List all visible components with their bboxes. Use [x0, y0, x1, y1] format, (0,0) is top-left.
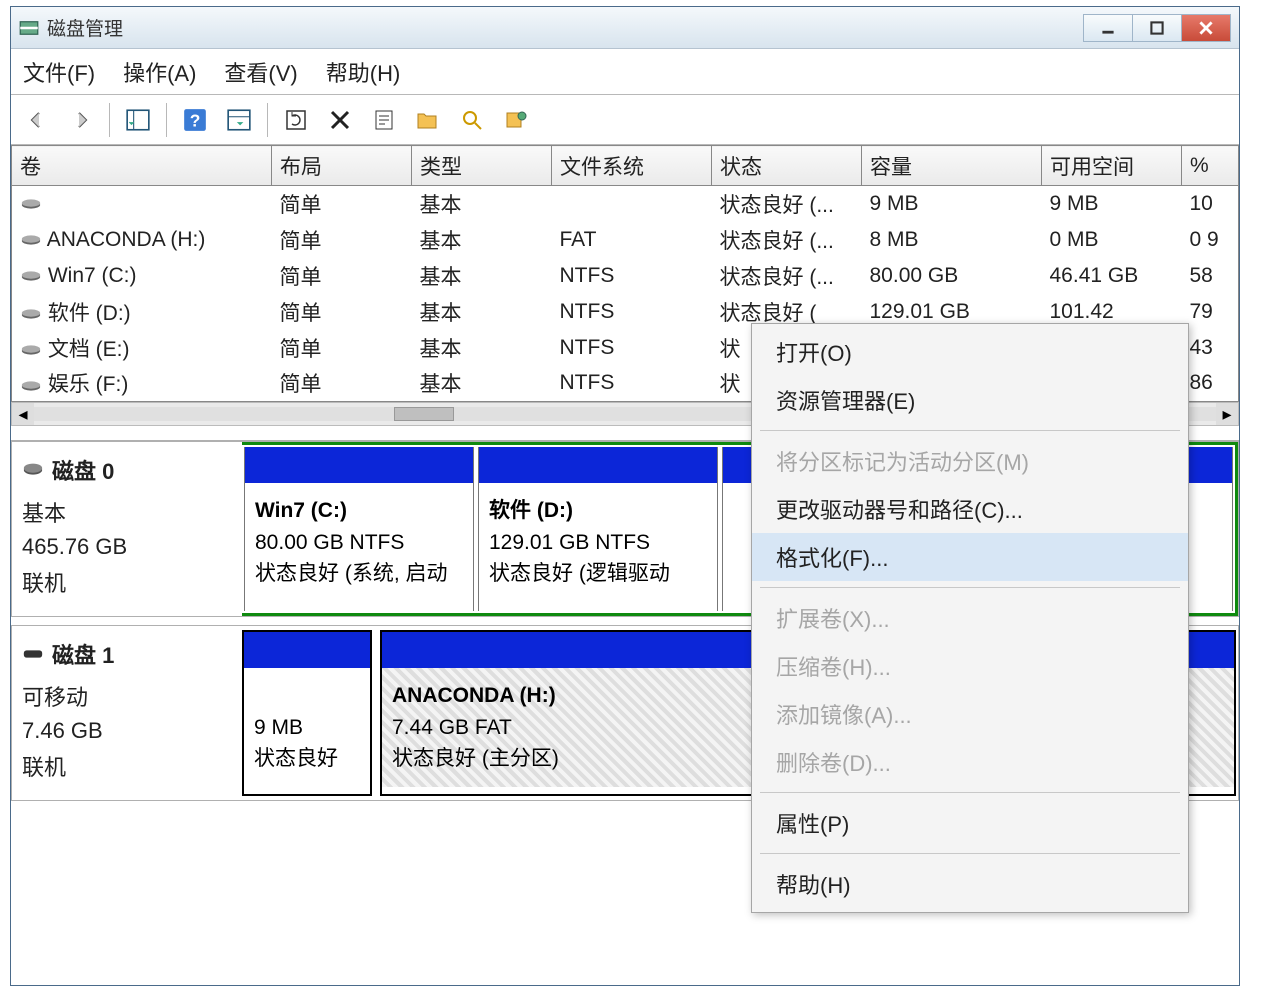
- back-button[interactable]: [19, 103, 55, 137]
- ctx-mirror: 添加镜像(A)...: [752, 690, 1188, 738]
- table-row[interactable]: Win7 (C:) 简单 基本 NTFS 状态良好 (... 80.00 GB …: [12, 258, 1239, 294]
- disk-1-type: 可移动: [22, 680, 232, 712]
- app-icon: [19, 18, 39, 38]
- col-layout[interactable]: 布局: [272, 146, 412, 186]
- folder-open-icon[interactable]: [410, 103, 446, 137]
- ctx-properties[interactable]: 属性(P): [752, 799, 1188, 847]
- view-mode-button[interactable]: [120, 103, 156, 137]
- scroll-left-arrow[interactable]: ◂: [12, 403, 34, 425]
- toolbar: ?: [11, 95, 1239, 145]
- menu-file[interactable]: 文件(F): [23, 56, 95, 88]
- minimize-button[interactable]: [1083, 14, 1133, 42]
- ctx-delete-vol: 删除卷(D)...: [752, 738, 1188, 786]
- help-icon[interactable]: ?: [177, 103, 213, 137]
- maximize-button[interactable]: [1132, 14, 1182, 42]
- ctx-help[interactable]: 帮助(H): [752, 860, 1188, 908]
- disk-0-name: 磁盘 0: [52, 454, 114, 486]
- action-icon[interactable]: [498, 103, 534, 137]
- col-volume[interactable]: 卷: [12, 146, 272, 186]
- delete-icon[interactable]: [322, 103, 358, 137]
- ctx-extend: 扩展卷(X)...: [752, 594, 1188, 642]
- table-row[interactable]: 简单 基本 状态良好 (... 9 MB 9 MB 10: [12, 186, 1239, 222]
- col-type[interactable]: 类型: [412, 146, 552, 186]
- col-status[interactable]: 状态: [712, 146, 862, 186]
- refresh-button[interactable]: [278, 103, 314, 137]
- forward-button[interactable]: [63, 103, 99, 137]
- disk-1-state: 联机: [22, 750, 232, 782]
- partition-unnamed[interactable]: 9 MB 状态良好: [242, 630, 372, 796]
- svg-text:?: ?: [190, 110, 201, 130]
- disk-1-size: 7.46 GB: [22, 718, 232, 744]
- disk-0-size: 465.76 GB: [22, 534, 232, 560]
- menu-help[interactable]: 帮助(H): [326, 56, 401, 88]
- partition-c[interactable]: Win7 (C:) 80.00 GB NTFS 状态良好 (系统, 启动: [244, 447, 474, 611]
- menubar: 文件(F) 操作(A) 查看(V) 帮助(H): [11, 49, 1239, 95]
- window-title: 磁盘管理: [47, 14, 123, 41]
- scroll-thumb[interactable]: [394, 407, 454, 421]
- partition-d[interactable]: 软件 (D:) 129.01 GB NTFS 状态良好 (逻辑驱动: [478, 447, 718, 611]
- search-icon[interactable]: [454, 103, 490, 137]
- disk-1-info: 磁盘 1 可移动 7.46 GB 联机: [12, 626, 242, 800]
- ctx-format[interactable]: 格式化(F)...: [752, 533, 1188, 581]
- col-filesystem[interactable]: 文件系统: [552, 146, 712, 186]
- ctx-open[interactable]: 打开(O): [752, 328, 1188, 376]
- menu-view[interactable]: 查看(V): [224, 56, 297, 88]
- properties-icon[interactable]: [366, 103, 402, 137]
- disk-1-name: 磁盘 1: [52, 638, 114, 670]
- ctx-shrink: 压缩卷(H)...: [752, 642, 1188, 690]
- ctx-change-letter[interactable]: 更改驱动器号和路径(C)...: [752, 485, 1188, 533]
- disk-0-state: 联机: [22, 566, 232, 598]
- close-button[interactable]: [1181, 14, 1231, 42]
- menu-action[interactable]: 操作(A): [123, 56, 196, 88]
- details-button[interactable]: [221, 103, 257, 137]
- table-row[interactable]: ANACONDA (H:) 简单 基本 FAT 状态良好 (... 8 MB 0…: [12, 222, 1239, 258]
- disk-0-info: 磁盘 0 基本 465.76 GB 联机: [12, 442, 242, 616]
- disk-management-window: 磁盘管理 文件(F) 操作(A) 查看(V) 帮助(H) ? 卷 布局: [10, 6, 1240, 986]
- ctx-mark-active: 将分区标记为活动分区(M): [752, 437, 1188, 485]
- scroll-right-arrow[interactable]: ▸: [1216, 403, 1238, 425]
- disk-0-type: 基本: [22, 496, 232, 528]
- col-freespace[interactable]: 可用空间: [1042, 146, 1182, 186]
- context-menu: 打开(O) 资源管理器(E) 将分区标记为活动分区(M) 更改驱动器号和路径(C…: [751, 323, 1189, 913]
- titlebar[interactable]: 磁盘管理: [11, 7, 1239, 49]
- ctx-explorer[interactable]: 资源管理器(E): [752, 376, 1188, 424]
- col-capacity[interactable]: 容量: [862, 146, 1042, 186]
- col-percent[interactable]: %: [1182, 146, 1239, 186]
